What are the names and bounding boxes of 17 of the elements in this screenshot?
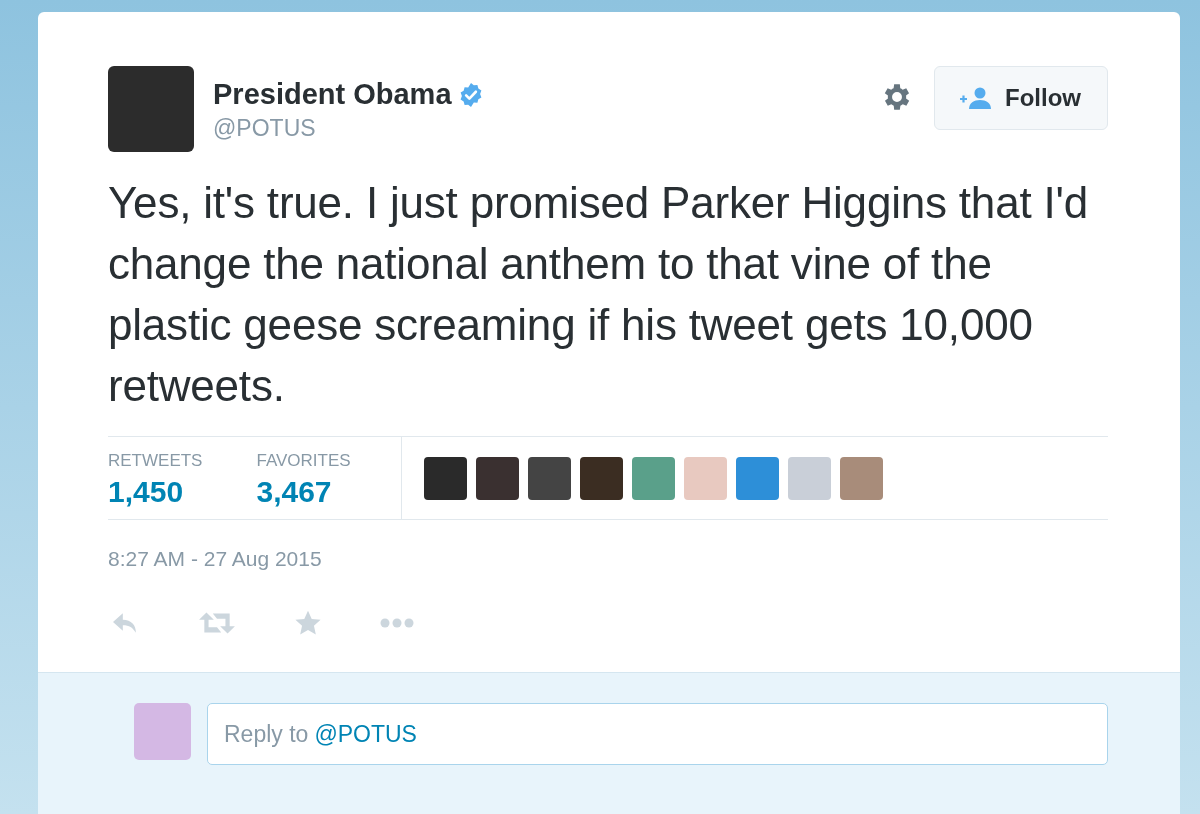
author-name[interactable]: President Obama: [213, 78, 452, 111]
add-person-icon: [959, 86, 993, 110]
reply-field[interactable]: Reply to @POTUS: [207, 703, 1108, 765]
stat-count[interactable]: 3,467: [256, 475, 351, 509]
stat-label: FAVORITES: [256, 451, 351, 471]
star-icon[interactable]: [294, 609, 322, 637]
user-avatar: [134, 703, 191, 760]
photo-placeholder[interactable]: [579, 456, 623, 500]
tweet-text: Yes, it's true. I just promised Parker Higgins that I'd change the national anthem to that vine of the plastic geese screaming if his tweet gets 10,000 retweets.: [108, 177, 1089, 412]
photo-placeholder[interactable]: [527, 456, 571, 500]
stat-label: RETWEETS: [108, 451, 203, 471]
photo-placeholder[interactable]: [423, 456, 467, 500]
photo-placeholder[interactable]: [475, 456, 519, 500]
timestamp[interactable]: 8:27 AM - 27 Aug 2015: [108, 547, 1108, 571]
follow-button[interactable]: Follow: [934, 66, 1108, 130]
stat-count[interactable]: 1,450: [108, 475, 203, 509]
author-handle[interactable]: @POTUS: [213, 115, 880, 142]
